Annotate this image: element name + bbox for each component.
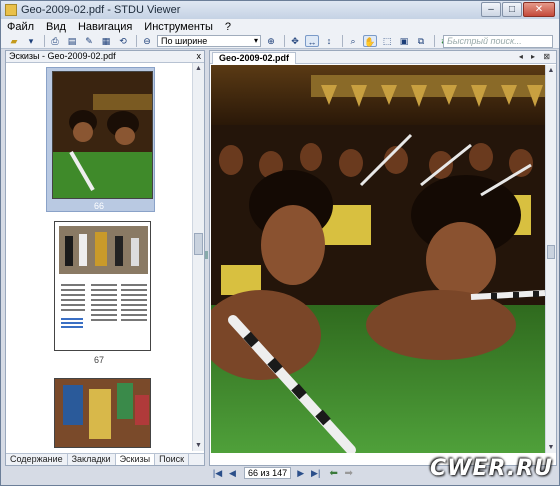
zoom-select[interactable]: По ширине ▾ <box>157 35 261 47</box>
toolbar-separator <box>434 35 435 47</box>
left-pane-tabs: Содержание Закладки Эскизы Поиск <box>6 453 204 465</box>
next-page-icon[interactable]: ▶ <box>294 467 307 479</box>
toolbar-separator <box>284 35 285 47</box>
zoom-in-icon[interactable]: ⊕ <box>264 35 278 47</box>
snapshot-icon[interactable]: ⧉ <box>414 35 428 47</box>
open-dropdown-icon[interactable]: ▾ <box>24 35 38 47</box>
menu-help[interactable]: ? <box>225 21 231 33</box>
edit-icon[interactable]: ✎ <box>82 35 96 47</box>
menu-navigation[interactable]: Навигация <box>78 21 132 33</box>
export-icon[interactable]: ▤ <box>65 35 79 47</box>
thumbnail-page-66[interactable] <box>52 71 153 199</box>
toolbar-separator <box>136 35 137 47</box>
menu-tools[interactable]: Инструменты <box>144 21 213 33</box>
page-navigation-bar: |◀ ◀ 66 из 147 ▶ ▶| ⬅ ➡ <box>209 466 449 480</box>
thumbnails-list[interactable]: 66 67 <box>6 63 192 453</box>
select-image-icon[interactable]: ▣ <box>397 35 411 47</box>
document-tab-controls[interactable]: ◂ ▸ ⊠ <box>519 51 553 63</box>
print-icon[interactable]: ⎙ <box>48 35 62 47</box>
forward-arrow-icon[interactable]: ➡ <box>343 468 354 479</box>
thumbnails-scrollbar[interactable]: ▲ ▼ <box>192 63 204 451</box>
menu-view[interactable]: Вид <box>46 21 66 33</box>
window-title: Geo-2009-02.pdf - STDU Viewer <box>21 4 181 16</box>
app-icon <box>5 4 17 16</box>
tab-thumbnails[interactable]: Эскизы <box>115 454 156 465</box>
toolbar-separator <box>44 35 45 47</box>
close-icon[interactable]: x <box>197 51 202 62</box>
document-pane: Geo-2009-02.pdf ◂ ▸ ⊠ ▲ ▼ <box>209 50 557 466</box>
pane-splitter[interactable] <box>205 251 208 259</box>
open-folder-icon[interactable]: ▰ <box>7 35 21 47</box>
thumbnail-page-67[interactable] <box>54 221 151 351</box>
toolbar-separator <box>342 35 343 47</box>
thumbnail-page-68[interactable] <box>54 378 151 448</box>
rotate-icon[interactable]: ⟲ <box>116 35 130 47</box>
toolbar: ▰ ▾ ⎙ ▤ ✎ ▦ ⟲ ⊖ По ширине ▾ ⊕ ✥ ↔ ↕ ⌕ ✋ … <box>1 34 559 49</box>
zoom-select-value: По ширине <box>161 36 208 46</box>
minimize-button[interactable]: – <box>481 2 501 17</box>
thumbnails-pane-title-text: Эскизы - Geo-2009-02.pdf <box>9 51 116 61</box>
chevron-down-icon: ▾ <box>253 36 258 45</box>
thumbnails-pane-title: Эскизы - Geo-2009-02.pdf x <box>6 51 204 63</box>
document-tab-bar: Geo-2009-02.pdf ◂ ▸ ⊠ <box>210 51 556 64</box>
thumbnails-pane: Эскизы - Geo-2009-02.pdf x 66 67 ▲ ▼ Сод… <box>5 50 205 466</box>
select-text-icon[interactable]: ⬚ <box>380 35 394 47</box>
settings-icon[interactable]: ▦ <box>99 35 113 47</box>
thumbnail-image <box>55 379 150 447</box>
scroll-up-icon[interactable]: ▲ <box>546 65 556 76</box>
thumbnail-image <box>53 72 152 198</box>
last-page-icon[interactable]: ▶| <box>309 467 322 479</box>
document-page-view[interactable] <box>211 65 545 453</box>
window-controls: – □ ✕ <box>481 2 555 17</box>
scroll-down-icon[interactable]: ▼ <box>546 442 556 453</box>
scroll-down-icon[interactable]: ▼ <box>193 440 204 451</box>
thumbnail-page-number: 66 <box>93 201 104 211</box>
menu-file[interactable]: Файл <box>7 21 34 33</box>
page-photo <box>211 65 545 453</box>
quick-search-input[interactable]: Быстрый поиск... <box>443 35 553 48</box>
app-window: Geo-2009-02.pdf - STDU Viewer – □ ✕ Файл… <box>0 0 560 486</box>
back-arrow-icon[interactable]: ⬅ <box>328 468 339 479</box>
scrollbar-thumb[interactable] <box>194 233 203 255</box>
previous-page-icon[interactable]: ◀ <box>226 467 239 479</box>
fit-width-icon[interactable]: ↔ <box>305 35 319 47</box>
tab-contents[interactable]: Содержание <box>6 454 68 465</box>
close-button[interactable]: ✕ <box>523 2 555 17</box>
zoom-out-icon[interactable]: ⊖ <box>140 35 154 47</box>
first-page-icon[interactable]: |◀ <box>211 467 224 479</box>
document-tab[interactable]: Geo-2009-02.pdf <box>212 52 297 64</box>
scrollbar-thumb[interactable] <box>547 245 555 259</box>
document-scrollbar[interactable]: ▲ ▼ <box>545 65 556 453</box>
hand-tool-icon[interactable]: ✋ <box>363 35 377 47</box>
tab-search[interactable]: Поиск <box>155 454 190 465</box>
menu-bar: Файл Вид Навигация Инструменты ? <box>1 19 559 34</box>
search-icon[interactable]: ⌕ <box>346 35 360 47</box>
maximize-button[interactable]: □ <box>502 2 522 17</box>
page-indicator[interactable]: 66 из 147 <box>244 467 292 479</box>
scroll-up-icon[interactable]: ▲ <box>193 63 204 74</box>
fit-page-icon[interactable]: ✥ <box>288 35 302 47</box>
watermark-logo: CWER.RU <box>430 456 553 481</box>
fit-height-icon[interactable]: ↕ <box>322 35 336 47</box>
thumbnail-image <box>59 226 148 328</box>
tab-bookmarks[interactable]: Закладки <box>68 454 116 465</box>
thumbnail-page-number: 67 <box>93 355 104 365</box>
title-bar: Geo-2009-02.pdf - STDU Viewer – □ ✕ <box>1 1 559 19</box>
